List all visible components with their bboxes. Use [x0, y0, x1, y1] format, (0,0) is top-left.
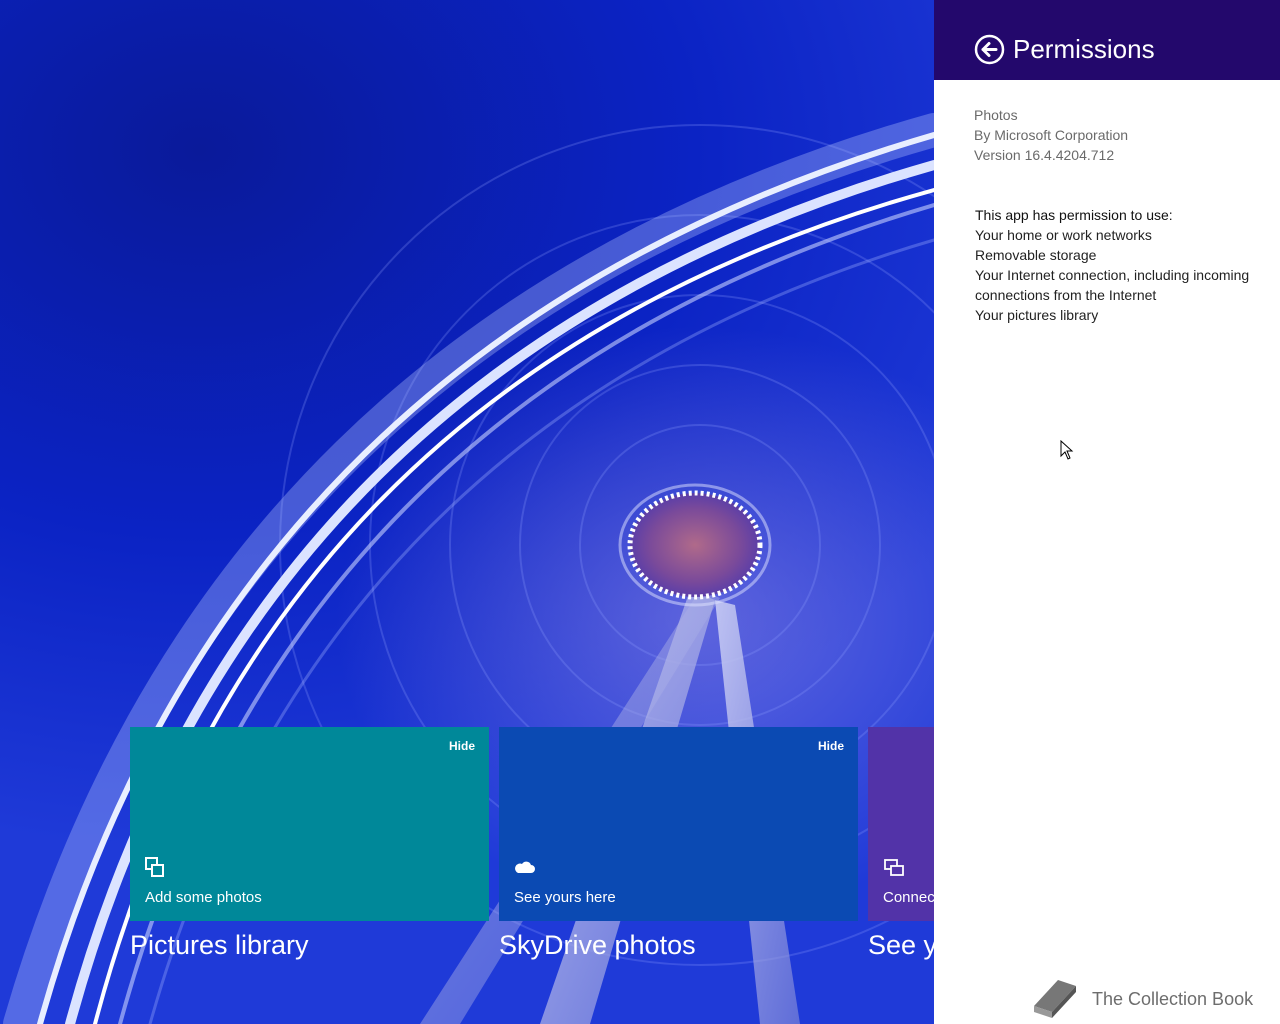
- permissions-list: This app has permission to use: Your hom…: [975, 205, 1265, 325]
- tile-label: Connec: [883, 889, 934, 906]
- tile-label: See yours here: [514, 889, 616, 906]
- hide-button[interactable]: Hide: [449, 739, 475, 753]
- app-version: Version 16.4.4204.712: [974, 147, 1115, 163]
- permission-item: Your pictures library: [975, 307, 1099, 323]
- watermark-text: The Collection Book: [1092, 988, 1254, 1009]
- watermark: The Collection Book: [1028, 975, 1253, 1023]
- permission-item: Your Internet connection, including inco…: [975, 267, 1250, 303]
- tile-connect-devices[interactable]: Connec: [868, 727, 934, 921]
- tile-caption-pictures-library[interactable]: Pictures library: [130, 930, 309, 961]
- permission-item: Removable storage: [975, 247, 1097, 263]
- tile-pictures-library[interactable]: Hide Add some photos: [130, 727, 489, 921]
- page-title: Permissions: [1013, 34, 1155, 64]
- app-info: Photos By Microsoft Corporation Version …: [974, 105, 1128, 165]
- tile-skydrive-photos[interactable]: Hide See yours here: [499, 727, 858, 921]
- back-arrow-icon[interactable]: [974, 34, 1005, 65]
- devices-icon: [884, 859, 904, 876]
- permissions-heading: This app has permission to use:: [975, 207, 1173, 223]
- tile-caption-partial[interactable]: See yo: [868, 930, 934, 961]
- permissions-panel: Permissions Photos By Microsoft Corporat…: [934, 0, 1280, 1024]
- panel-header: Permissions: [934, 0, 1280, 80]
- permission-item: Your home or work networks: [975, 227, 1152, 243]
- hide-button[interactable]: Hide: [818, 739, 844, 753]
- mouse-cursor-icon: [1060, 440, 1074, 460]
- collection-icon: [145, 857, 164, 877]
- book-icon: [1034, 980, 1076, 1018]
- tile-label: Add some photos: [145, 889, 262, 906]
- app-name: Photos: [974, 107, 1018, 123]
- cloud-icon: [515, 861, 535, 873]
- tile-caption-skydrive-photos[interactable]: SkyDrive photos: [499, 930, 696, 961]
- app-publisher: By Microsoft Corporation: [974, 127, 1129, 143]
